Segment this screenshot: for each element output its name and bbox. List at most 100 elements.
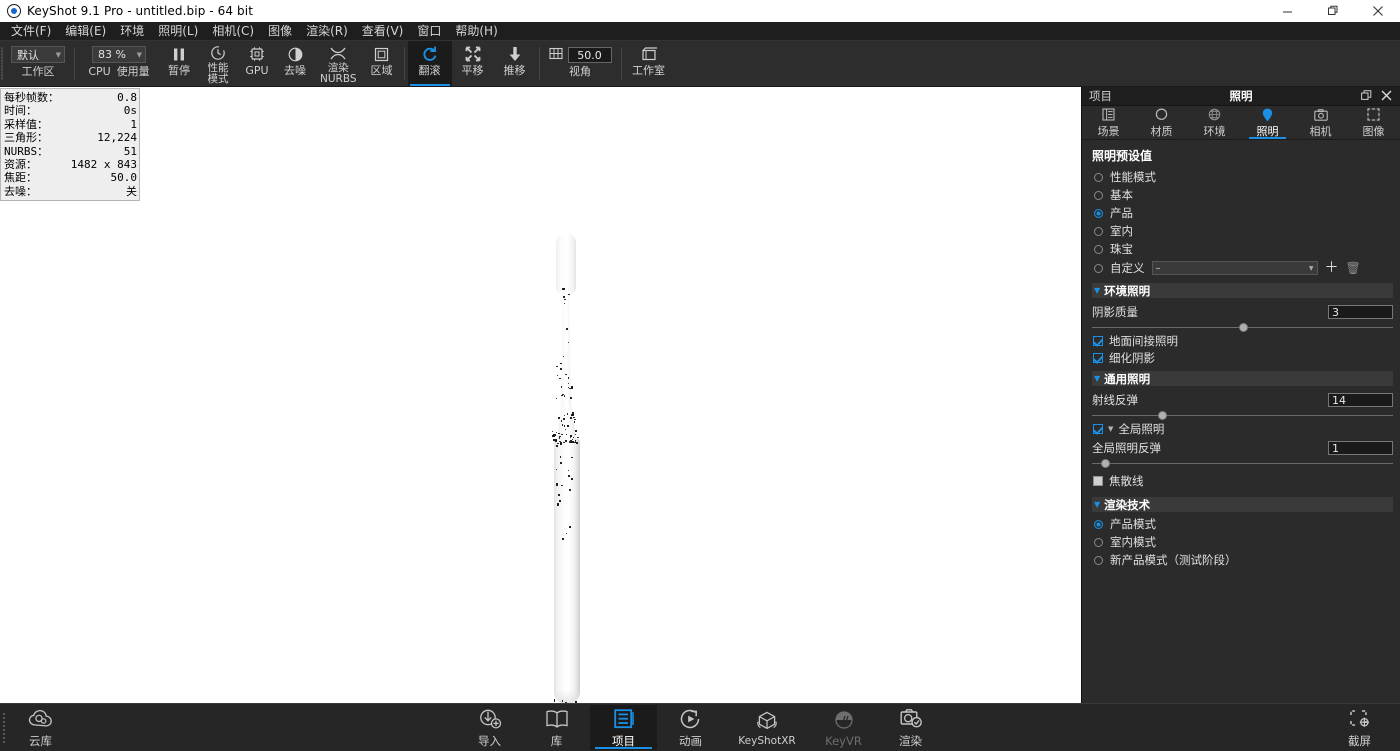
cpu-usage-combo[interactable]: 83 % ▼: [92, 46, 146, 63]
radio-icon: [1094, 191, 1103, 200]
technique-product-mode[interactable]: 产品模式: [1082, 515, 1400, 533]
dolly-button[interactable]: 推移: [494, 41, 536, 86]
trash-icon[interactable]: 🗑: [1346, 262, 1361, 274]
undock-icon[interactable]: [1361, 90, 1372, 103]
technique-new-product-mode[interactable]: 新产品模式（测试阶段）: [1082, 551, 1400, 569]
preset-performance-mode[interactable]: 性能模式: [1082, 168, 1400, 186]
animation-play-icon: [679, 707, 703, 731]
preset-basic[interactable]: 基本: [1082, 186, 1400, 204]
tab-image[interactable]: 图像: [1347, 106, 1400, 139]
preset-interior[interactable]: 室内: [1082, 222, 1400, 240]
chevron-down-icon: ▼: [1094, 287, 1100, 295]
dock-import-label: 导入: [478, 733, 501, 749]
menu-edit[interactable]: 编辑(E): [58, 22, 113, 41]
close-icon[interactable]: [1381, 90, 1392, 103]
tab-scene[interactable]: 场景: [1082, 106, 1135, 139]
dock-animation-button[interactable]: 动画: [657, 705, 724, 750]
gpu-button[interactable]: GPU: [238, 41, 276, 86]
menu-view[interactable]: 查看(V): [355, 22, 411, 41]
pan-icon: [465, 43, 481, 65]
tumble-button[interactable]: 翻滚: [408, 41, 452, 86]
custom-preset-value: –: [1156, 263, 1161, 274]
workspace-selector[interactable]: 默认 ▼ 工作区: [5, 41, 71, 86]
lighting-settings: 照明预设值 性能模式 基本 产品 室内 珠宝: [1082, 140, 1400, 569]
stat-row: 三角形： 12,224: [4, 131, 137, 144]
menu-render[interactable]: 渲染(R): [299, 22, 355, 41]
technique-interior-mode[interactable]: 室内模式: [1082, 533, 1400, 551]
slider-thumb[interactable]: [1239, 323, 1248, 332]
pause-label: 暂停: [168, 65, 190, 76]
render-viewport[interactable]: 每秒帧数： 0.8 时间： 0s 采样值： 1 三角形： 12,224 NURB…: [0, 87, 1081, 703]
ground-indirect-lighting-checkbox[interactable]: 地面间接照明: [1082, 332, 1400, 349]
dock-library-button[interactable]: 库: [523, 705, 590, 750]
stat-label: 三角形：: [4, 131, 48, 144]
environment-lighting-section[interactable]: ▼ 环境照明: [1092, 283, 1393, 298]
pause-button[interactable]: 暂停: [160, 41, 198, 86]
slider-thumb[interactable]: [1101, 459, 1110, 468]
denoise-button[interactable]: 去噪: [276, 41, 314, 86]
menu-help[interactable]: 帮助(H): [448, 22, 504, 41]
slider-track: [1092, 463, 1393, 464]
menu-image[interactable]: 图像: [261, 22, 299, 41]
gi-bounces-value[interactable]: 1: [1328, 441, 1393, 455]
global-illumination-checkbox[interactable]: ▼ 全局照明: [1082, 420, 1400, 437]
preset-jewelry[interactable]: 珠宝: [1082, 240, 1400, 258]
menu-window[interactable]: 窗口: [410, 22, 448, 41]
preset-product[interactable]: 产品: [1082, 204, 1400, 222]
electric-toothbrush-render[interactable]: [547, 233, 585, 703]
ray-bounces-slider[interactable]: [1092, 410, 1393, 420]
ray-bounces-label: 射线反弹: [1092, 392, 1138, 408]
general-lighting-section[interactable]: ▼ 通用照明: [1092, 371, 1393, 386]
dock-project-button[interactable]: 项目: [590, 705, 657, 750]
dock-keyvr-button[interactable]: KeyVR: [810, 705, 877, 750]
render-technique-section[interactable]: ▼ 渲染技术: [1092, 497, 1393, 512]
stat-value: 50.0: [111, 171, 138, 184]
dock-render-button[interactable]: 渲染: [877, 705, 944, 750]
performance-mode-button[interactable]: 性能 模式: [198, 41, 238, 86]
plus-icon[interactable]: ＋: [1325, 262, 1339, 274]
dock-keyshotxr-button[interactable]: KeyShotXR: [724, 705, 810, 750]
fov-value[interactable]: 50.0: [568, 47, 612, 63]
gi-bounces-slider[interactable]: [1092, 458, 1393, 468]
fov-control[interactable]: 50.0 视角: [543, 41, 618, 86]
tab-material[interactable]: 材质: [1135, 106, 1188, 139]
screenshot-label: 截屏: [1348, 733, 1371, 749]
ray-bounces-value[interactable]: 14: [1328, 393, 1393, 407]
render-nurbs-button[interactable]: 渲染 NURBS: [314, 41, 363, 86]
workspace-combo[interactable]: 默认 ▼: [11, 46, 65, 63]
stat-value: 关: [126, 185, 137, 198]
tab-environment[interactable]: 环境: [1188, 106, 1241, 139]
slider-thumb[interactable]: [1158, 411, 1167, 420]
close-icon[interactable]: [1355, 0, 1400, 22]
region-button[interactable]: 区域: [363, 41, 401, 86]
studio-button[interactable]: 工作室: [625, 41, 673, 86]
preset-custom[interactable]: 自定义 – ▼ ＋ 🗑: [1082, 258, 1400, 278]
pan-button[interactable]: 平移: [452, 41, 494, 86]
shadow-quality-value[interactable]: 3: [1328, 305, 1393, 319]
dock-tabs: 导入 库: [81, 704, 1319, 751]
cpu-usage-control[interactable]: 83 % ▼ CPU 使用量: [78, 41, 160, 86]
chevron-down-icon[interactable]: ▼: [1108, 425, 1113, 433]
stat-value: 1482 x 843: [71, 158, 137, 171]
minimize-icon[interactable]: [1265, 0, 1310, 22]
tab-camera[interactable]: 相机: [1294, 106, 1347, 139]
workspace-value: 默认: [15, 47, 39, 63]
shadow-quality-slider[interactable]: [1092, 322, 1393, 332]
dock-drag-handle[interactable]: [3, 712, 5, 743]
restore-icon[interactable]: [1310, 0, 1355, 22]
dock-import-button[interactable]: 导入: [456, 705, 523, 750]
custom-preset-select[interactable]: – ▼: [1152, 261, 1318, 275]
cloud-library-button[interactable]: 云库: [0, 704, 81, 751]
screenshot-button[interactable]: 截屏: [1319, 704, 1400, 751]
menu-camera[interactable]: 相机(C): [205, 22, 261, 41]
menu-environment[interactable]: 环境: [113, 22, 151, 41]
menu-file[interactable]: 文件(F): [4, 22, 58, 41]
lighting-presets-title: 照明预设值: [1082, 140, 1400, 168]
keyvr-headset-icon: [832, 708, 856, 732]
menu-lighting[interactable]: 照明(L): [151, 22, 205, 41]
detail-shadows-checkbox[interactable]: 细化阴影: [1082, 349, 1400, 366]
tab-lighting[interactable]: 照明: [1241, 106, 1294, 139]
caustics-checkbox[interactable]: 焦散线: [1082, 472, 1400, 489]
dock-library-label: 库: [551, 733, 563, 749]
render-nurbs-label-2: NURBS: [320, 74, 357, 85]
